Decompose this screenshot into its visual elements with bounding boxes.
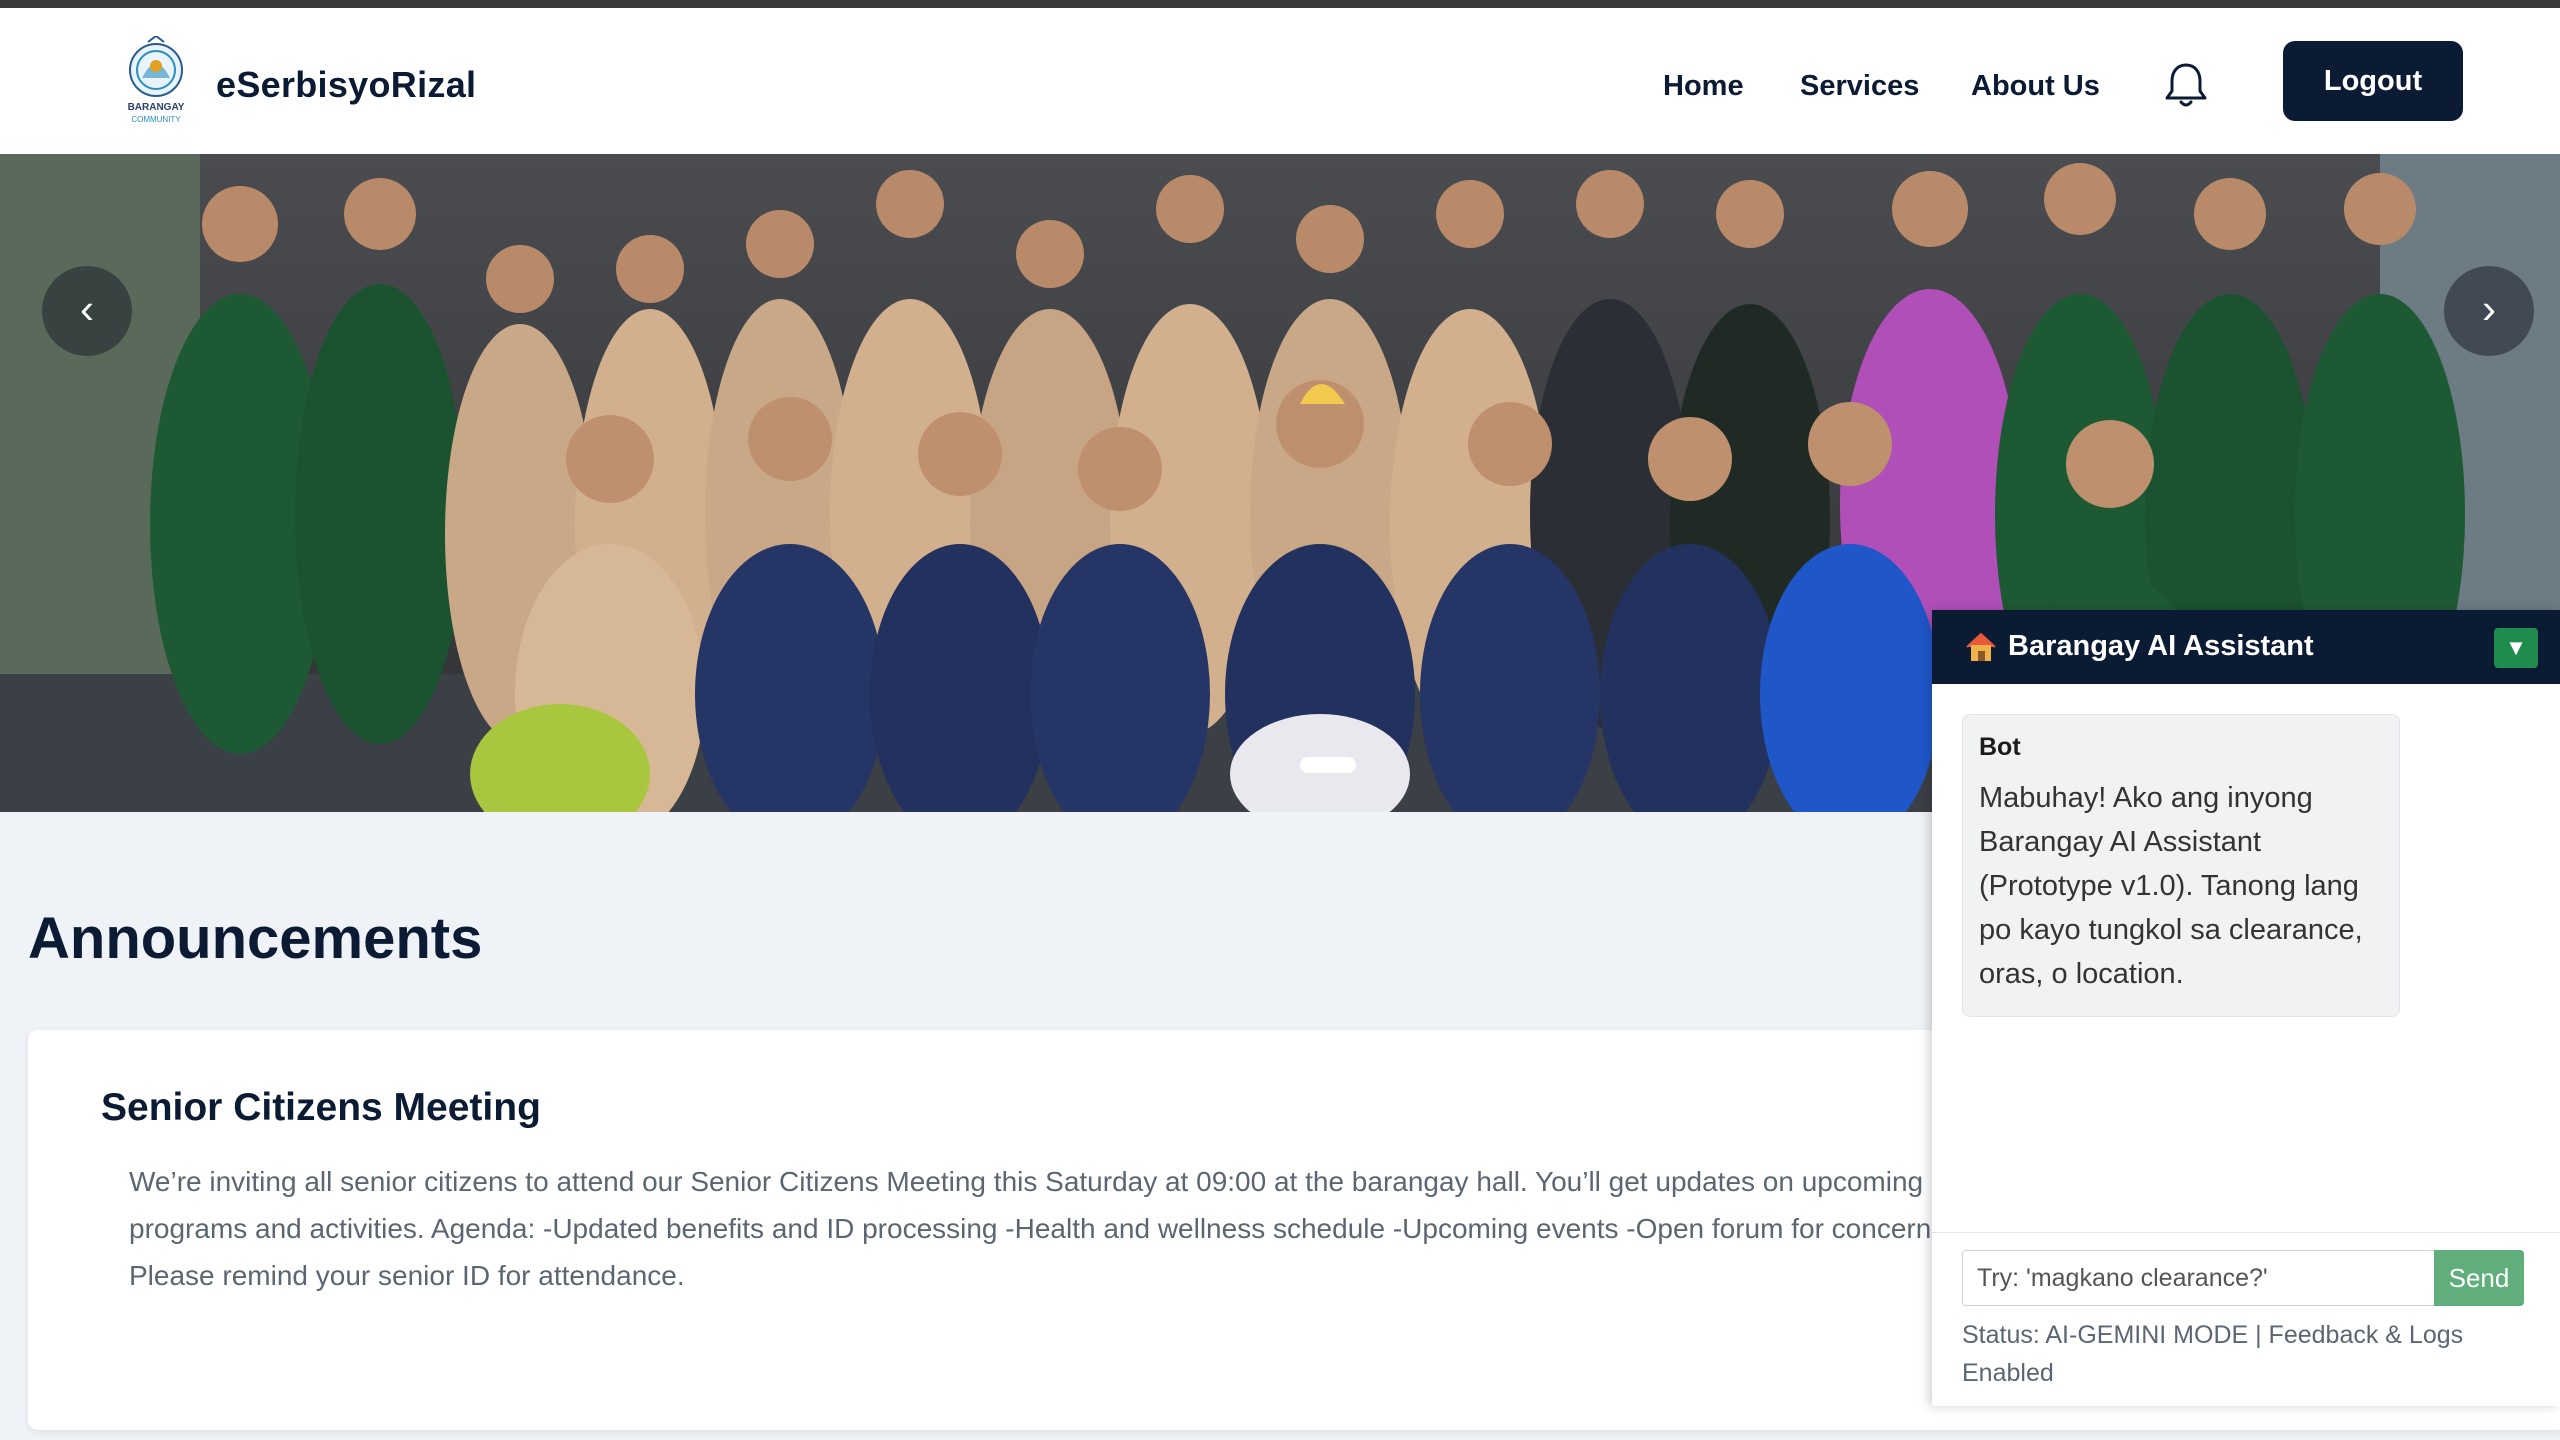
nav-services[interactable]: Services <box>1800 70 1919 103</box>
announcement-body: We’re inviting all senior citizens to at… <box>129 1166 1946 1291</box>
logout-button[interactable]: Logout <box>2283 41 2463 121</box>
top-strip <box>0 0 2560 8</box>
chat-status: Status: AI-GEMINI MODE | Feedback & Logs… <box>1962 1321 2464 1387</box>
carousel-indicator-active[interactable] <box>1300 757 1356 773</box>
house-icon <box>1966 633 1996 661</box>
announcement-heading: Senior Citizens Meeting <box>101 1086 541 1129</box>
chat-title: Barangay AI Assistant <box>2008 630 2314 662</box>
barangay-logo[interactable]: BARANGAY COMMUNITY <box>118 36 194 128</box>
bell-icon[interactable] <box>2163 60 2209 110</box>
carousel-next-button[interactable]: › <box>2444 266 2534 356</box>
chat-collapse-button[interactable]: ▼ <box>2494 628 2538 668</box>
chat-message-text: Mabuhay! Ako ang inyong Barangay AI Assi… <box>1979 782 2363 990</box>
chat-message-sender: Bot <box>1979 733 2021 761</box>
chat-send-button[interactable]: Send <box>2434 1250 2524 1306</box>
brand-name[interactable]: eSerbisyoRizal <box>216 64 476 106</box>
chat-input[interactable] <box>1962 1250 2434 1306</box>
nav-home[interactable]: Home <box>1663 70 1744 103</box>
chat-message-bot: Bot Mabuhay! Ako ang inyong Barangay AI … <box>1962 714 2400 1017</box>
logo-text-community: COMMUNITY <box>131 115 181 124</box>
logo-text-barangay: BARANGAY <box>128 102 185 113</box>
chat-divider <box>1932 1232 2560 1233</box>
chat-widget: Barangay AI Assistant ▼ Bot Mabuhay! Ako… <box>1932 610 2560 1406</box>
chat-header[interactable]: Barangay AI Assistant ▼ <box>1932 610 2560 684</box>
announcements-title: Announcements <box>28 906 483 971</box>
nav-about-us[interactable]: About Us <box>1971 70 2100 103</box>
site-header: BARANGAY COMMUNITY eSerbisyoRizal Home S… <box>0 8 2560 154</box>
carousel-prev-button[interactable]: ‹ <box>42 266 132 356</box>
